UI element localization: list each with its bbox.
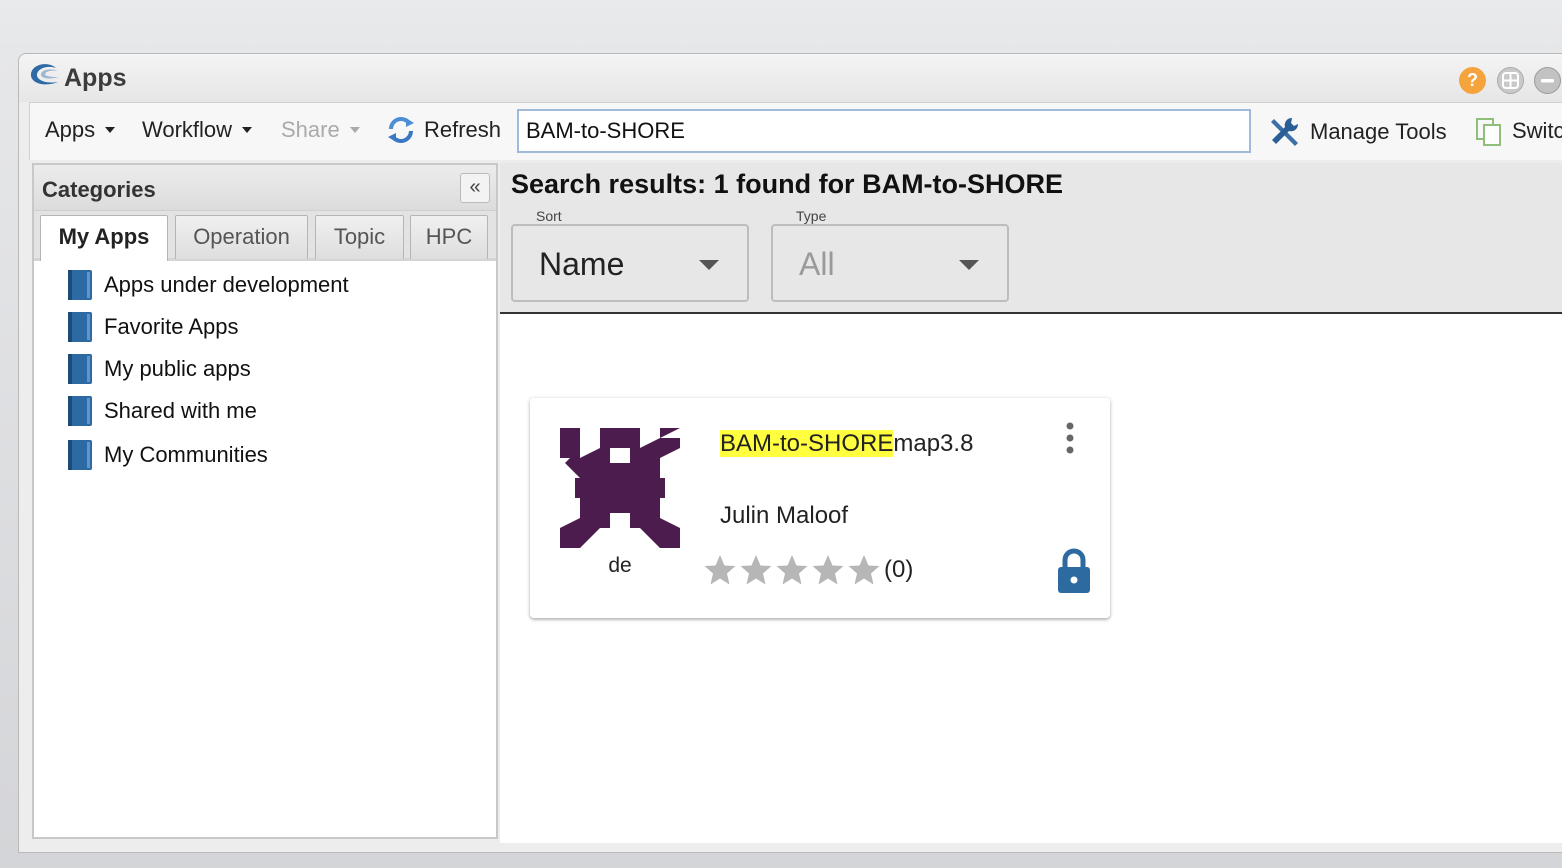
manage-tools-label: Manage Tools [1310, 119, 1447, 144]
category-item-label: Shared with me [104, 398, 257, 423]
apps-menu-label: Apps [45, 117, 96, 142]
caret-down-icon [105, 127, 116, 133]
double-chevron-left-icon: « [469, 176, 481, 198]
refresh-label: Refresh [424, 117, 502, 142]
caret-down-icon [349, 127, 360, 133]
book-icon [68, 396, 92, 426]
type-select[interactable]: All [771, 224, 1009, 302]
category-item-label: Favorite Apps [104, 314, 239, 339]
manage-tools-button[interactable]: Manage Tools [1268, 115, 1447, 149]
dropdown-arrow-icon [699, 260, 719, 270]
switch-view-icon [1476, 118, 1501, 146]
results-header: Search results: 1 found for BAM-to-SHORE… [500, 163, 1562, 314]
category-item-favorite-apps[interactable]: Favorite Apps [66, 309, 239, 345]
star-icon[interactable] [702, 552, 738, 588]
categories-panel: Categories « My Apps Operation Topic HPC… [32, 163, 498, 839]
category-item-label: My Communities [104, 442, 268, 467]
rating-count: (0) [884, 556, 914, 583]
book-icon [68, 440, 92, 470]
category-item-shared-with-me[interactable]: Shared with me [66, 393, 257, 429]
title-bar: Apps ? [19, 54, 1562, 102]
app-icon-label: de [608, 554, 632, 577]
category-item-apps-under-development[interactable]: Apps under development [66, 267, 349, 303]
category-item-my-communities[interactable]: My Communities [66, 437, 268, 473]
app-avatar-icon [560, 428, 680, 548]
app-name-rest: map3.8 [893, 430, 974, 457]
results-panel: Search results: 1 found for BAM-to-SHORE… [500, 163, 1562, 843]
switch-view-label: Switc [1512, 118, 1562, 143]
minimize-button[interactable] [1534, 67, 1561, 94]
book-icon [68, 312, 92, 342]
search-input[interactable] [517, 109, 1251, 153]
lock-icon [1058, 548, 1090, 593]
maximize-button[interactable] [1497, 67, 1524, 94]
switch-view-button[interactable]: Switc [1474, 115, 1562, 147]
categories-header: Categories « [34, 165, 496, 211]
star-icon[interactable] [846, 552, 882, 588]
sort-value: Name [539, 246, 625, 282]
share-menu-button[interactable]: Share [281, 117, 360, 143]
book-icon [68, 270, 92, 300]
app-author: Julin Maloof [720, 502, 849, 529]
minus-icon [1541, 79, 1554, 83]
workflow-menu-button[interactable]: Workflow [142, 117, 253, 143]
rating[interactable]: (0) [702, 552, 913, 588]
star-icon[interactable] [810, 552, 846, 588]
window-title: Apps [64, 64, 127, 92]
refresh-button[interactable]: Refresh [386, 115, 501, 145]
category-item-label: My public apps [104, 356, 251, 381]
collapse-panel-button[interactable]: « [460, 173, 490, 203]
apps-menu-button[interactable]: Apps [45, 117, 116, 143]
refresh-icon [388, 117, 414, 143]
apps-window: Apps ? Apps Workflow Share Refresh BAM-t… [18, 53, 1562, 853]
share-menu-label: Share [281, 117, 340, 142]
category-tabs: My Apps Operation Topic HPC [34, 211, 496, 261]
categories-title: Categories [42, 177, 156, 202]
star-icon[interactable] [738, 552, 774, 588]
wrench-screwdriver-icon [1271, 117, 1299, 146]
category-item-label: Apps under development [104, 272, 349, 297]
star-icon[interactable] [774, 552, 810, 588]
app-name-highlight: BAM-to-SHORE [720, 430, 894, 457]
tab-my-apps[interactable]: My Apps [40, 215, 168, 261]
toolbar: Apps Workflow Share Refresh BAM-to-SHORE… [29, 102, 1562, 160]
dropdown-arrow-icon [959, 260, 979, 270]
app-name-link[interactable]: BAM-to-SHOREmap3.8 [720, 430, 973, 458]
book-icon [68, 354, 92, 384]
tab-topic[interactable]: Topic [315, 215, 404, 259]
tab-hpc[interactable]: HPC [410, 215, 488, 259]
app-logo-icon [30, 64, 59, 85]
type-label: Type [796, 208, 827, 224]
workflow-menu-label: Workflow [142, 117, 233, 142]
caret-down-icon [242, 127, 253, 133]
grid-icon [1502, 72, 1519, 89]
category-item-my-public-apps[interactable]: My public apps [66, 351, 251, 387]
results-title: Search results: 1 found for BAM-to-SHORE [511, 169, 1064, 199]
sort-label: Sort [536, 208, 562, 224]
app-card[interactable]: de BAM-to-SHOREmap3.8 Julin Maloof (0) [530, 398, 1110, 618]
sort-select[interactable]: Name [511, 224, 749, 302]
help-button[interactable]: ? [1459, 67, 1486, 94]
more-vertical-icon[interactable] [1060, 420, 1080, 460]
type-value: All [799, 246, 835, 282]
tab-operation[interactable]: Operation [175, 215, 308, 259]
